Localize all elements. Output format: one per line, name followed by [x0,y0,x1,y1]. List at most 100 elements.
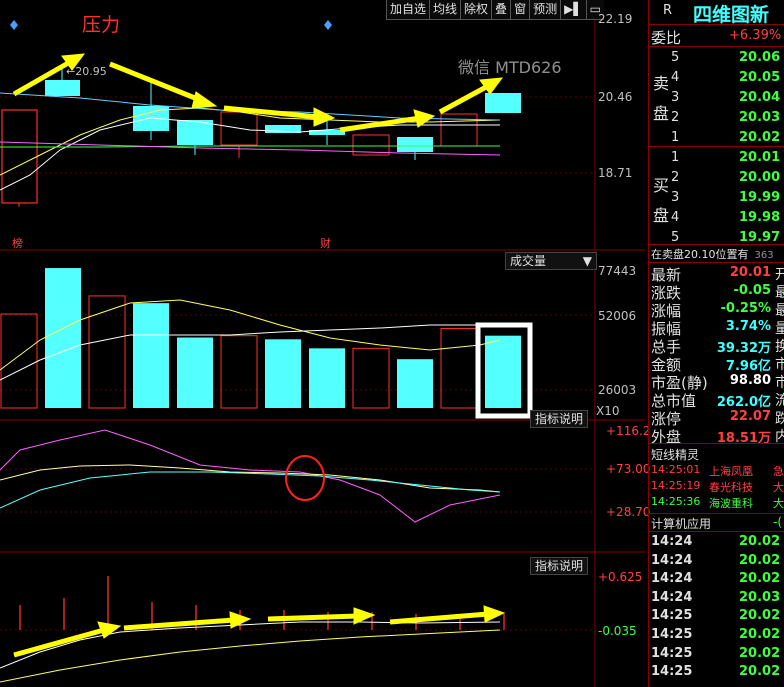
indicator-help-button-2[interactable]: 指标说明 [530,557,589,575]
bid-row[interactable]: 3 19.99 [649,188,784,209]
ask-level: 5 [671,50,680,65]
elf-row[interactable]: 14:25:19 春光科技 大 [649,479,784,495]
stat-value: -0.05 [733,283,771,298]
elf-stock: 海波重科 [709,497,753,510]
tick-time: 14:24 [651,534,693,549]
volume-bar [177,337,213,408]
volume-bar [485,335,521,408]
chevron-down-icon: ▼ [582,254,592,268]
stat-suffix: 量 [775,321,784,337]
tick-price: 20.02 [739,645,781,661]
tick-price: 20.02 [739,571,781,587]
bid-row[interactable]: 1 20.01 [649,148,784,169]
stat-row: 最新 20.01 开 [649,264,784,284]
tick-row: 14:24 20.02 [649,533,784,551]
stat-suffix: 最 [775,303,784,319]
volume-axis-low: 26003 [598,383,637,397]
tick-price: 20.02 [739,534,781,549]
event-marker-left[interactable]: 榜 [12,235,23,251]
ask-level: 1 [671,130,680,145]
tick-price: 20.02 [739,627,781,642]
elf-signal: 大 [773,481,784,494]
tick-row: 14:24 20.02 [649,552,784,570]
price-axis-top: 22.19 [598,12,633,26]
volume-bar [265,339,301,408]
elf-row[interactable]: 14:25:36 海波重科 大 [649,495,784,511]
ask-level: 2 [671,110,680,125]
ask-level: 3 [671,90,680,105]
chart-toolbar: 加自选 均线 除权 叠 窗 预测 ▶▌ ▭ [386,0,604,20]
macd-axis-low: +28.70 [606,505,651,519]
sector-name[interactable]: 计算机应用 [651,515,711,532]
ask-price: 20.03 [739,110,781,125]
bid-row[interactable]: 4 19.98 [649,208,784,229]
bid-price: 20.00 [739,170,781,185]
stat-row: 涨幅 -0.25% 最 [649,300,784,320]
stat-suffix: 开 [775,267,784,283]
bid-price: 20.01 [739,150,781,165]
stat-row: 涨跌 -0.05 最 [649,282,784,302]
ask-level: 4 [671,70,680,85]
tick-time: 14:24 [651,589,693,605]
bid-level: 3 [671,190,680,205]
ask-price: 20.05 [739,70,781,85]
stat-value: 98.80 [729,373,771,388]
volume-dropdown[interactable]: 成交量 ▼ [505,252,597,270]
stat-row: 涨停 22.07 跌 [649,408,784,428]
tick-price: 20.02 [739,664,781,680]
ask-row[interactable]: 3 20.04 [649,88,784,109]
elf-time: 14:25:01 [651,463,701,476]
ask-row[interactable]: 5 20.06 [649,48,784,69]
tick-row: 14:25 20.02 [649,626,784,644]
elf-stock: 上海凤凰 [709,465,753,478]
volume-bar [309,348,345,408]
ask-row[interactable]: 2 20.03 [649,108,784,129]
stock-name: 四维图新 [693,4,770,26]
forecast-button[interactable]: 预测 [529,0,561,20]
tick-price: 20.03 [739,589,781,605]
tick-time: 14:25 [651,627,693,642]
volume-axis-mid: 52006 [598,309,637,323]
bid-level: 2 [671,170,680,185]
tick-time: 14:25 [651,608,693,624]
event-marker-mid[interactable]: 财 [320,235,331,251]
elf-stock: 春光科技 [709,481,753,494]
macd-axis-top: +116.2 [606,424,651,438]
price-candles [1,68,521,207]
volume-unit: X10 [596,404,620,418]
volume-bar [133,303,169,408]
tick-time: 14:24 [651,571,693,587]
tick-row: 14:25 20.02 [649,645,784,663]
volume-axis-top: 77443 [598,264,637,278]
bid-row[interactable]: 2 20.00 [649,168,784,189]
tick-time: 14:25 [651,664,693,680]
volume-bars [0,268,521,409]
volume-bar [0,313,38,409]
tick-price: 20.02 [739,608,781,624]
menu-arrow-icon[interactable]: ▶▌ [560,0,586,20]
ex-rights-button[interactable]: 除权 [460,0,492,20]
stat-value: -0.25% [720,301,772,316]
indicator-help-button-1[interactable]: 指标说明 [530,410,589,428]
overlay-button[interactable]: 叠 [491,0,511,20]
bid-level: 1 [671,150,680,165]
tick-row: 14:25 20.02 [649,607,784,625]
high-price-label: ←20.95 [66,65,107,78]
marker-diamond-icon [10,20,18,30]
volume-bar [45,268,81,408]
add-favorite-button[interactable]: 加自选 [386,0,430,20]
elf-title[interactable]: 短线精灵 [651,446,699,463]
stat-row: 外盘 18.51万 内 [649,426,784,446]
ask-row[interactable]: 4 20.05 [649,68,784,89]
ma-button[interactable]: 均线 [429,0,461,20]
ind2-axis-top: +0.625 [598,570,643,584]
elf-row[interactable]: 14:25:01 上海凤凰 急 [649,463,784,479]
volume-bar [220,335,258,409]
stat-suffix: 市 [775,375,784,391]
elf-time: 14:25:19 [651,479,701,492]
bid-price: 19.97 [739,230,781,245]
volume-bar [88,295,126,409]
ask-price: 20.04 [739,90,781,105]
tick-time: 14:24 [651,552,693,568]
window-button[interactable]: 窗 [510,0,530,20]
